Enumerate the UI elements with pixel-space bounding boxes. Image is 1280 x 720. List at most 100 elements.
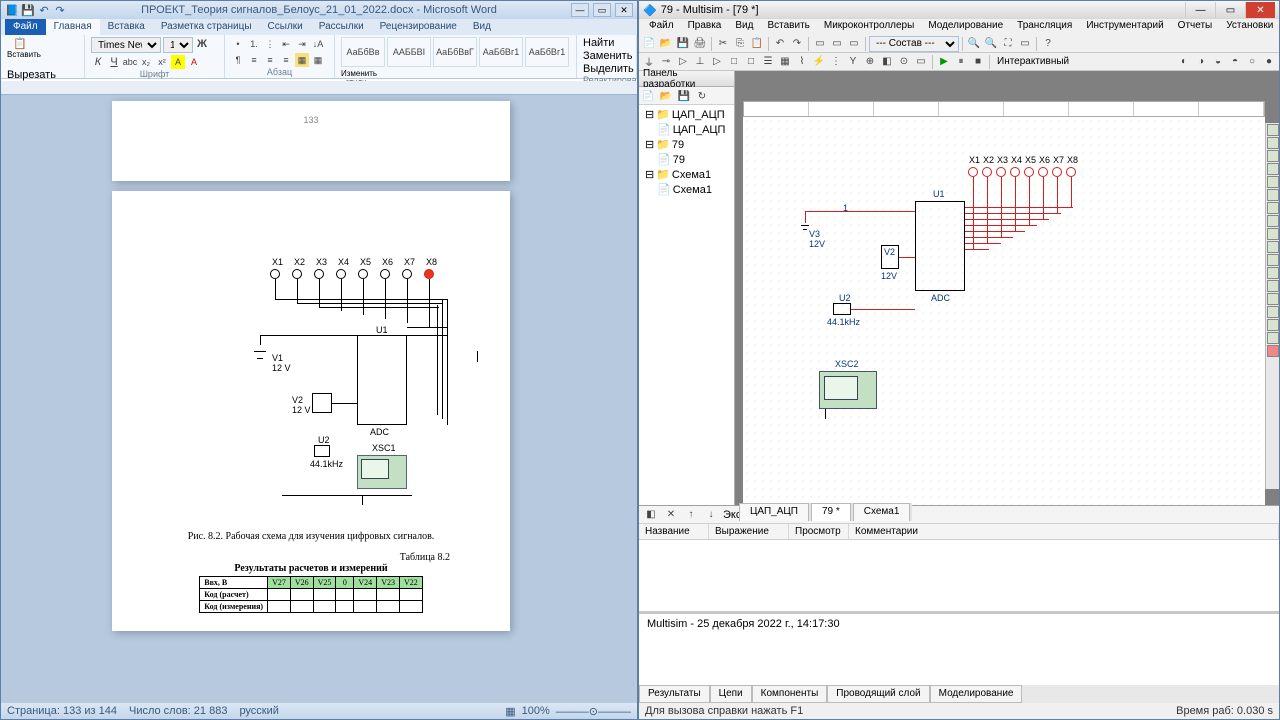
menu-mcu[interactable]: Микроконтроллеры (818, 19, 920, 35)
mode-label[interactable]: Интерактивный (997, 56, 1069, 67)
ms-pin-x5[interactable] (1024, 167, 1034, 177)
inst6-icon[interactable]: ● (1261, 54, 1277, 70)
menu-file[interactable]: Файл (643, 19, 680, 35)
strike-button[interactable]: abc (123, 55, 137, 69)
tab-layout[interactable]: Разметка страницы (153, 19, 260, 35)
multilevel-button[interactable]: ⋮ (263, 37, 277, 51)
find-button[interactable]: Найти (583, 37, 614, 49)
bold-button[interactable]: Ж (195, 37, 209, 51)
inst2-icon[interactable]: ◑ (1193, 54, 1209, 70)
tek-icon[interactable] (1267, 319, 1279, 331)
bode-icon[interactable] (1267, 189, 1279, 201)
font-color-button[interactable]: A (187, 55, 201, 69)
zoom-fit-icon[interactable]: ⛶ (1000, 36, 1016, 52)
sort-button[interactable]: ↓A (311, 37, 325, 51)
font-name-select[interactable]: Times New Ro (91, 37, 161, 53)
menu-sim[interactable]: Моделирование (922, 19, 1009, 35)
minimize-button[interactable]: — (1185, 2, 1215, 18)
maximize-button[interactable]: ▭ (593, 3, 611, 17)
doc-tab-3[interactable]: Схема1 (853, 503, 911, 521)
inst1-icon[interactable]: ◐ (1176, 54, 1192, 70)
menu-view[interactable]: Вид (729, 19, 759, 35)
component3-icon[interactable]: ▭ (846, 36, 862, 52)
place-power-icon[interactable]: ⚡ (811, 54, 827, 70)
tab-simulation[interactable]: Моделирование (930, 685, 1023, 703)
replace-button[interactable]: Заменить (583, 50, 632, 62)
ms-pin-x6[interactable] (1038, 167, 1048, 177)
zoom-out-icon[interactable]: 🔍 (983, 36, 999, 52)
place-cmos-icon[interactable]: □ (743, 54, 759, 70)
place-misc2-icon[interactable]: ⋮ (828, 54, 844, 70)
qat-redo-icon[interactable]: ↷ (53, 3, 67, 17)
menu-transfer[interactable]: Трансляция (1011, 19, 1078, 35)
wordgen-icon[interactable] (1267, 215, 1279, 227)
4ch-scope-icon[interactable] (1267, 176, 1279, 188)
close-button[interactable]: ✕ (1245, 2, 1275, 18)
numbering-button[interactable]: 1. (247, 37, 261, 51)
align-center-button[interactable]: ≡ (263, 53, 277, 67)
tab-references[interactable]: Ссылки (260, 19, 311, 35)
status-words[interactable]: Число слов: 21 883 (129, 705, 227, 717)
pilcrow-button[interactable]: ¶ (231, 53, 245, 67)
horizontal-ruler[interactable] (1, 81, 637, 95)
ms-pin-x1[interactable] (968, 167, 978, 177)
ms-pin-x4[interactable] (1010, 167, 1020, 177)
maximize-button[interactable]: ▭ (1215, 2, 1245, 18)
sp-del-icon[interactable]: ✕ (663, 507, 679, 523)
stop-icon[interactable]: ■ (970, 54, 986, 70)
agilent-icon[interactable] (1267, 306, 1279, 318)
labview-icon[interactable] (1267, 332, 1279, 344)
spreadsheet-grid[interactable]: Название Выражение Просмотр Комментарии (639, 524, 1279, 611)
iv-icon[interactable] (1267, 254, 1279, 266)
ms-u1-block[interactable] (915, 201, 965, 291)
place-rf-icon[interactable]: Y (845, 54, 861, 70)
ms-pin-x3[interactable] (996, 167, 1006, 177)
net-icon[interactable] (1267, 293, 1279, 305)
indent-dec-button[interactable]: ⇤ (279, 37, 293, 51)
spec-icon[interactable] (1267, 280, 1279, 292)
tree-open-icon[interactable]: 📂 (658, 88, 674, 104)
tab-file[interactable]: Файл (5, 19, 46, 35)
tab-nets[interactable]: Цепи (710, 685, 752, 703)
tab-copper[interactable]: Проводящий слой (827, 685, 929, 703)
cut-button[interactable]: Вырезать (7, 69, 78, 81)
place-mcu-icon[interactable]: ▭ (913, 54, 929, 70)
inst4-icon[interactable]: ◓ (1227, 54, 1243, 70)
qat-undo-icon[interactable]: ↶ (37, 3, 51, 17)
style-normal[interactable]: АаБбВв (341, 37, 385, 67)
menu-insert[interactable]: Вставить (761, 19, 815, 35)
wattmeter-icon[interactable] (1267, 150, 1279, 162)
ms-pin-x8[interactable] (1066, 167, 1076, 177)
tab-insert[interactable]: Вставка (100, 19, 153, 35)
run-icon[interactable]: ▶ (936, 54, 952, 70)
menu-reports[interactable]: Отчеты (1172, 19, 1219, 35)
redo-icon[interactable]: ↷ (789, 36, 805, 52)
bullets-button[interactable]: • (231, 37, 245, 51)
zoom-value[interactable]: 100% (522, 705, 550, 718)
ms-pin-x2[interactable] (982, 167, 992, 177)
tree-new-icon[interactable]: 📄 (640, 88, 656, 104)
place-conn-icon[interactable]: ⊙ (896, 54, 912, 70)
probe-icon[interactable] (1267, 345, 1279, 357)
tab-view[interactable]: Вид (465, 19, 499, 35)
paste-icon[interactable]: 📋 (749, 36, 765, 52)
pause-icon[interactable]: ⏸ (953, 54, 969, 70)
shading-button[interactable]: ▦ (295, 53, 309, 67)
place-elec-icon[interactable]: ⊕ (862, 54, 878, 70)
zoom-slider[interactable]: ———⊙——— (556, 705, 631, 718)
tree-save-icon[interactable]: 💾 (676, 88, 692, 104)
multimeter-icon[interactable] (1267, 124, 1279, 136)
minimize-button[interactable]: — (571, 3, 589, 17)
align-left-button[interactable]: ≡ (247, 53, 261, 67)
close-button[interactable]: ✕ (615, 3, 633, 17)
funcgen-icon[interactable] (1267, 137, 1279, 149)
doc-tab-2[interactable]: 79 * (811, 503, 851, 521)
highlight-button[interactable]: A (171, 55, 185, 69)
ms-pin-x7[interactable] (1052, 167, 1062, 177)
page-scroll-area[interactable]: 133 /*inline generation not allowed so s… (1, 95, 621, 703)
font-size-select[interactable]: 12 (163, 37, 193, 53)
tree-refresh-icon[interactable]: ↻ (694, 88, 710, 104)
status-lang[interactable]: русский (239, 705, 278, 717)
dist-icon[interactable] (1267, 267, 1279, 279)
status-page[interactable]: Страница: 133 из 144 (7, 705, 117, 717)
